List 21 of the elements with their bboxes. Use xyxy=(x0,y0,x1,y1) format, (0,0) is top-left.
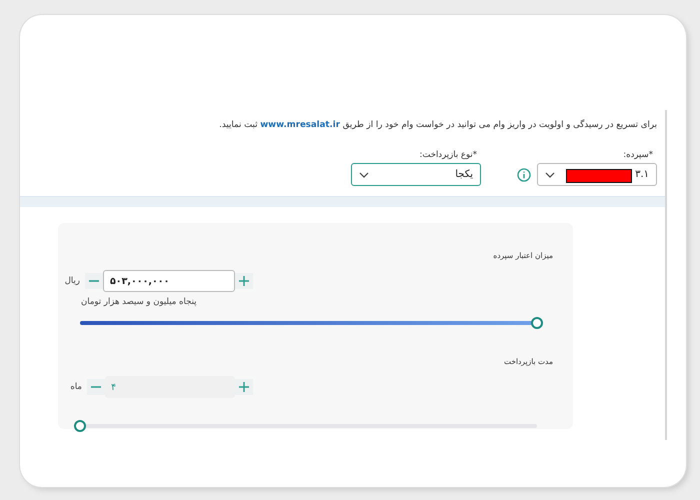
plus-button[interactable] xyxy=(235,379,253,395)
minus-icon xyxy=(91,386,101,388)
chevron-down-icon xyxy=(359,172,369,178)
amount-in-words: پنجاه میلیون و سیصد هزار تومان xyxy=(81,297,197,307)
minus-icon xyxy=(89,280,99,282)
amount-input[interactable]: ۵۰۳,۰۰۰,۰۰۰ xyxy=(103,270,235,292)
field-label: *سپرده: xyxy=(622,150,654,160)
minus-button[interactable] xyxy=(85,273,103,289)
chevron-down-icon xyxy=(545,172,555,178)
plus-icon xyxy=(239,382,249,392)
plus-button[interactable] xyxy=(235,273,253,289)
website-link[interactable]: www.mresalat.ir xyxy=(260,120,340,130)
unit-label: ریال xyxy=(64,276,80,286)
plus-icon xyxy=(239,276,249,286)
slider-thumb[interactable] xyxy=(531,317,543,329)
field-label: *نوع بازپرداخت: xyxy=(418,150,478,160)
unit-label: ماه xyxy=(70,382,82,392)
deposit-dropdown[interactable]: ۳.۱ xyxy=(537,163,657,186)
minus-button[interactable] xyxy=(87,379,105,395)
info-icon[interactable] xyxy=(517,168,531,182)
repayment-type-dropdown[interactable]: یکجا xyxy=(351,163,481,186)
